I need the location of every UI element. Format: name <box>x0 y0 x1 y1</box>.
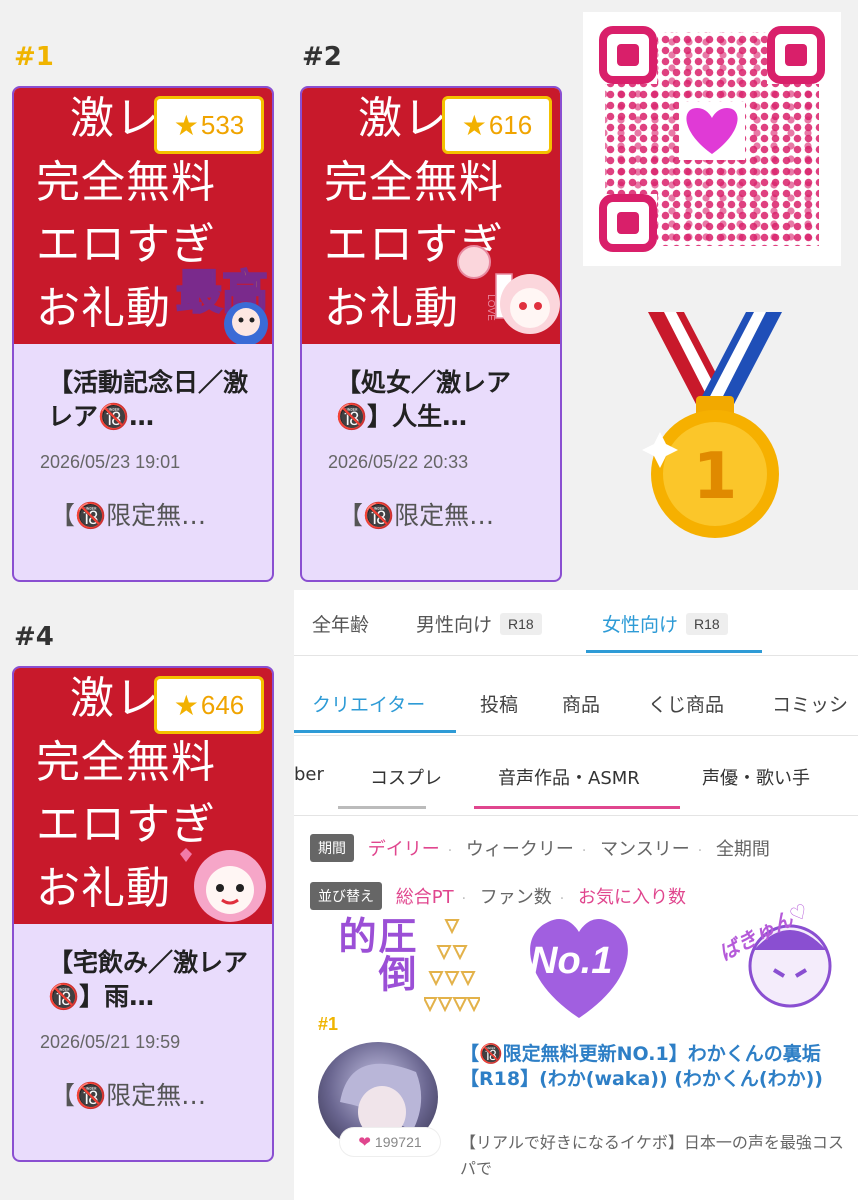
period-weekly[interactable]: ウィークリー <box>466 839 574 860</box>
r18-pill: R18 <box>500 613 542 635</box>
tab-genre-cosplay[interactable]: コスプレ <box>370 764 442 790</box>
score-value: 616 <box>488 109 533 140</box>
period-label: 期間 <box>310 834 354 862</box>
sticker-no1: No.1 <box>530 940 613 982</box>
rank-label-4: #4 <box>14 622 54 652</box>
category-tabs: クリエイター 投稿 商品 くじ商品 コミッシ <box>294 656 858 736</box>
qr-code[interactable] <box>583 12 841 266</box>
entry-rank: #1 <box>318 1014 339 1034</box>
post-card-4[interactable]: 激レ 完全無料 エロすぎ お礼動 ★ 646 【宅飲み／激レア🔞】雨… 2026… <box>12 666 274 1162</box>
post-card-1[interactable]: 激レ 完全無料 エロすぎ お礼動 最高 ★ 533 【活動記念日／激レア🔞… 2… <box>12 86 274 582</box>
active-tab-indicator <box>474 806 680 809</box>
champagne-tower-icon <box>424 919 480 1013</box>
tab-genre-voice-asmr[interactable]: 音声作品・ASMR <box>498 764 640 790</box>
chibi-character-icon <box>180 848 266 922</box>
entry-description: 【リアルで好きになるイケボ】日本一の声を最強コスパで <box>460 1133 844 1178</box>
post-title[interactable]: 【宅飲み／激レア🔞】雨… <box>48 946 248 1014</box>
thumb-line-4: お礼動 <box>36 863 171 914</box>
thumb-line-2: 完全無料 <box>324 157 504 208</box>
tab-creator[interactable]: クリエイター <box>312 690 425 717</box>
post-desc: 【🔞限定無… <box>50 501 207 530</box>
tab-commission[interactable]: コミッシ <box>772 690 848 717</box>
tab-label: 全年齢 <box>312 614 370 636</box>
sort-favorites[interactable]: お気に入り数 <box>578 887 686 908</box>
likes-count: 199721 <box>374 1134 422 1150</box>
tab-lottery-products[interactable]: くじ商品 <box>648 690 724 717</box>
post-date: 2026/05/23 19:01 <box>40 452 181 472</box>
period-monthly[interactable]: マンスリー <box>600 839 690 860</box>
tab-scroll-indicator <box>338 806 426 809</box>
post-thumbnail[interactable]: 激レ 完全無料 エロすぎ お礼動 LOVE ★ 616 <box>302 88 560 344</box>
sort-total-pt[interactable]: 総合PT <box>396 887 454 908</box>
thumb-line-2: 完全無料 <box>36 737 216 788</box>
period-all-time[interactable]: 全期間 <box>716 839 770 860</box>
chibi-character-icon <box>457 245 560 334</box>
thumb-line-4: お礼動 <box>36 283 171 334</box>
post-desc: 【🔞限定無… <box>50 1081 207 1110</box>
score-badge: ★ 646 <box>154 676 264 734</box>
tab-female[interactable]: 女性向け R18 <box>602 610 728 637</box>
gold-medal-icon: 1 <box>642 312 782 538</box>
post-desc: 【🔞限定無… <box>338 501 495 530</box>
star-icon: ★ <box>173 689 199 721</box>
post-thumbnail[interactable]: 激レ 完全無料 エロすぎ お礼動 ★ 646 <box>14 668 272 924</box>
chibi-character-icon <box>224 302 268 344</box>
ranking-panel: 全年齢 男性向け R18 女性向け R18 クリエイター 投稿 商品 くじ商品 コミ… <box>294 590 858 1200</box>
score-badge: ★ 616 <box>442 96 552 154</box>
age-tabs: 全年齢 男性向け R18 女性向け R18 <box>294 590 858 656</box>
period-daily[interactable]: デイリー <box>368 839 440 860</box>
post-date: 2026/05/22 20:33 <box>328 452 469 472</box>
sort-fan-count[interactable]: ファン数 <box>480 887 552 908</box>
score-badge: ★ 533 <box>154 96 264 154</box>
tab-male[interactable]: 男性向け R18 <box>416 610 542 637</box>
tab-products[interactable]: 商品 <box>562 690 600 717</box>
likes-badge: ❤ 199721 <box>340 1128 440 1156</box>
thumb-line-4: お礼動 <box>324 283 459 334</box>
sticker-overwhelming: 圧倒的 <box>332 916 416 992</box>
tab-all-ages[interactable]: 全年齢 <box>312 610 369 637</box>
star-icon: ★ <box>461 109 487 141</box>
r18-pill: R18 <box>686 613 728 635</box>
thumb-line-1: 激レ <box>358 93 448 144</box>
rank-label-2: #2 <box>302 42 342 72</box>
medal-number: 1 <box>693 440 738 514</box>
thumb-line-1: 激レ <box>70 673 160 724</box>
thumb-overlay-text: LOVE <box>484 294 496 321</box>
heart-icon: ❤ <box>358 1134 371 1151</box>
star-icon: ★ <box>173 109 199 141</box>
thumb-line-1: 激レ <box>70 93 160 144</box>
tab-posts[interactable]: 投稿 <box>480 690 518 717</box>
tab-genre-vtuber[interactable]: ber <box>294 764 324 785</box>
score-value: 533 <box>200 109 245 140</box>
genre-tabs: ber コスプレ 音声作品・ASMR 声優・歌い手 <box>294 736 858 816</box>
qr-code-icon <box>599 26 825 252</box>
post-date: 2026/05/21 19:59 <box>40 1032 181 1052</box>
post-card-2[interactable]: 激レ 完全無料 エロすぎ お礼動 LOVE ★ 616 【処女／激レア🔞】人生…… <box>300 86 562 582</box>
active-tab-indicator <box>586 650 762 653</box>
sticker-banners: 圧倒的 No.1 ばきゅん♡ <box>294 898 858 1026</box>
score-value: 646 <box>200 689 245 720</box>
post-title[interactable]: 【処女／激レア🔞】人生… <box>336 366 536 434</box>
post-title[interactable]: 【活動記念日／激レア🔞… <box>48 366 248 434</box>
tab-label: 男性向け <box>416 614 493 636</box>
rank-label-1: #1 <box>14 42 54 72</box>
active-tab-indicator <box>294 730 456 733</box>
thumb-line-2: 完全無料 <box>36 157 216 208</box>
period-filter: 期間 デイリー · ウィークリー · マンスリー · 全期間 <box>310 834 770 862</box>
post-thumbnail[interactable]: 激レ 完全無料 エロすぎ お礼動 最高 ★ 533 <box>14 88 272 344</box>
tab-genre-seiyuu-singer[interactable]: 声優・歌い手 <box>702 764 810 790</box>
tab-label: 女性向け <box>602 614 679 636</box>
entry-title-link[interactable]: 【🔞限定無料更新NO.1】わかくんの裏垢【R18】(わか(waka)) (わかく… <box>460 1042 846 1092</box>
